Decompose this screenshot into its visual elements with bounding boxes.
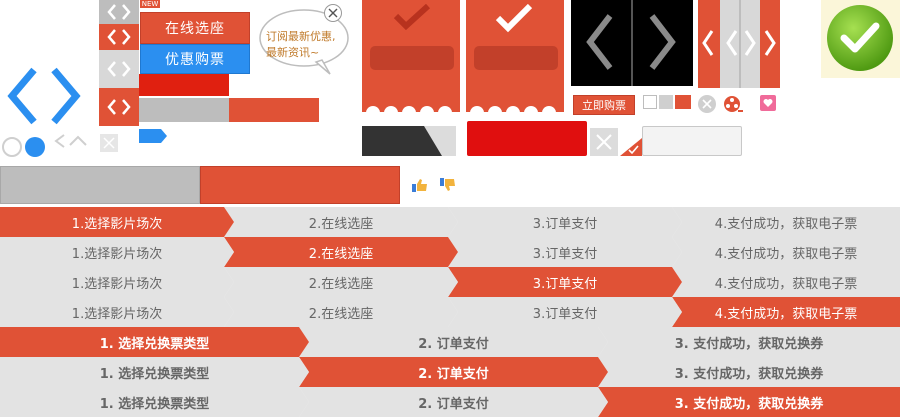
step-4[interactable]: 4.支付成功，获取电子票 (672, 207, 900, 237)
step-label: 1.选择影片场次 (71, 306, 163, 322)
step-label: 2.在线选座 (308, 216, 374, 232)
progress-bar-gray[interactable] (0, 166, 200, 204)
step-4[interactable]: 4.支付成功，获取电子票 (672, 297, 900, 327)
step-3[interactable]: 3.订单支付 (448, 297, 682, 327)
step-label: 4.支付成功，获取电子票 (714, 306, 858, 322)
checkmark-icon (495, 4, 533, 33)
film-reel-icon[interactable] (722, 94, 744, 114)
step-3[interactable]: 3. 支付成功，获取兑换券 (598, 357, 900, 387)
new-badge: NEW (140, 0, 160, 8)
chevron-left-icon[interactable] (724, 28, 740, 58)
discount-buy-button[interactable]: 优惠购票 (140, 44, 250, 74)
thumbs-up-icon[interactable] (412, 178, 428, 192)
ticket-card-2-bar (474, 46, 558, 70)
step-label: 1.选择影片场次 (71, 216, 163, 232)
radio-on[interactable] (25, 137, 45, 157)
chevron-pair-icon (107, 4, 131, 20)
step-4[interactable]: 4.支付成功，获取电子票 (672, 237, 900, 267)
ticket-card-1-bar (370, 46, 454, 70)
step-label: 1.选择影片场次 (71, 246, 163, 262)
selected-corner-icon (620, 138, 642, 156)
chevron-left-icon[interactable] (700, 28, 716, 58)
radio-off[interactable] (2, 137, 22, 157)
step-label: 4.支付成功，获取电子票 (714, 276, 858, 292)
step-label: 3. 支付成功，获取兑换券 (674, 336, 824, 352)
step-1[interactable]: 1.选择影片场次 (0, 267, 234, 297)
step-label: 4.支付成功，获取电子票 (714, 216, 858, 232)
gallery-nav-divider (631, 0, 633, 86)
step-label: 1. 选择兑换票类型 (99, 396, 210, 412)
step-3[interactable]: 3. 支付成功，获取兑换券 (598, 327, 900, 357)
step-3[interactable]: 3.订单支付 (448, 267, 682, 297)
step-2[interactable]: 2.在线选座 (224, 267, 458, 297)
close-icon (702, 99, 712, 109)
toggle-white[interactable] (643, 95, 657, 109)
close-icon (328, 8, 338, 18)
step-label: 3.订单支付 (532, 306, 598, 322)
step-label: 1. 选择兑换票类型 (99, 366, 210, 382)
step-2[interactable]: 2. 订单支付 (299, 387, 608, 417)
checkmark-icon (827, 5, 893, 71)
toggle-gray[interactable] (659, 95, 673, 109)
step-label: 1.选择影片场次 (71, 276, 163, 292)
thumbs-down-icon[interactable] (440, 178, 456, 192)
step-2[interactable]: 2. 订单支付 (299, 327, 608, 357)
step-1[interactable]: 1.选择影片场次 (0, 297, 234, 327)
step-label: 1. 选择兑换票类型 (99, 336, 210, 352)
step-label: 2.在线选座 (308, 306, 374, 322)
chevron-right-icon[interactable] (644, 12, 680, 72)
red-large-button[interactable] (467, 121, 587, 156)
step-label: 2.在线选座 (308, 246, 374, 262)
step-3[interactable]: 3.订单支付 (448, 207, 682, 237)
step-1[interactable]: 1. 选择兑换票类型 (0, 357, 309, 387)
step-1[interactable]: 1.选择影片场次 (0, 207, 234, 237)
bubble-line-1: 订阅最新优惠, (266, 30, 336, 43)
step-label: 2. 订单支付 (418, 336, 489, 352)
step-1[interactable]: 1.选择影片场次 (0, 237, 234, 267)
chevron-pair-icon (107, 61, 131, 77)
step-3[interactable]: 3. 支付成功，获取兑换券 (598, 387, 900, 417)
step-2[interactable]: 2.在线选座 (224, 297, 458, 327)
step-label: 3. 支付成功，获取兑换券 (674, 366, 824, 382)
gray-outline-button[interactable] (642, 126, 742, 156)
step-1[interactable]: 1. 选择兑换票类型 (0, 387, 309, 417)
step-label: 2.在线选座 (308, 276, 374, 292)
step-2[interactable]: 2.在线选座 (224, 237, 458, 267)
heart-icon (763, 99, 773, 107)
step-label: 4.支付成功，获取电子票 (714, 246, 858, 262)
step-4[interactable]: 4.支付成功，获取电子票 (672, 267, 900, 297)
blue-chevron-pair-icon[interactable] (4, 66, 84, 126)
chevron-pair-icon (107, 29, 131, 45)
toggle-red[interactable] (675, 95, 691, 109)
chevron-pair-icon (107, 99, 131, 115)
step-label: 3.订单支付 (532, 276, 598, 292)
chevron-left-icon[interactable] (52, 133, 88, 149)
close-icon (596, 134, 612, 150)
chevron-left-icon[interactable] (582, 12, 618, 72)
seat-online-button[interactable]: 在线选座 (140, 12, 250, 44)
close-icon (103, 137, 115, 149)
step-1[interactable]: 1. 选择兑换票类型 (0, 327, 309, 357)
blue-tag-icon (139, 129, 167, 143)
red-bar-button[interactable] (139, 74, 229, 96)
step-label: 2. 订单支付 (418, 396, 489, 412)
step-2[interactable]: 2.在线选座 (224, 207, 458, 237)
step-label: 3. 支付成功，获取兑换券 (674, 396, 824, 412)
buy-now-button[interactable]: 立即购票 (573, 95, 635, 115)
step-label: 3.订单支付 (532, 246, 598, 262)
red-bar-segment[interactable] (229, 98, 319, 122)
step-label: 3.订单支付 (532, 216, 598, 232)
chevron-right-icon[interactable] (762, 28, 778, 58)
step-3[interactable]: 3.订单支付 (448, 237, 682, 267)
bubble-line-2: 最新资讯~ (266, 46, 320, 59)
progress-bar-red[interactable] (200, 166, 400, 204)
step-label: 2. 订单支付 (418, 366, 489, 382)
checkmark-icon (393, 4, 431, 30)
chevron-right-icon[interactable] (742, 28, 758, 58)
gray-bar-segment[interactable] (139, 98, 229, 122)
dark-slant-bar[interactable] (362, 126, 456, 156)
step-2[interactable]: 2. 订单支付 (299, 357, 608, 387)
